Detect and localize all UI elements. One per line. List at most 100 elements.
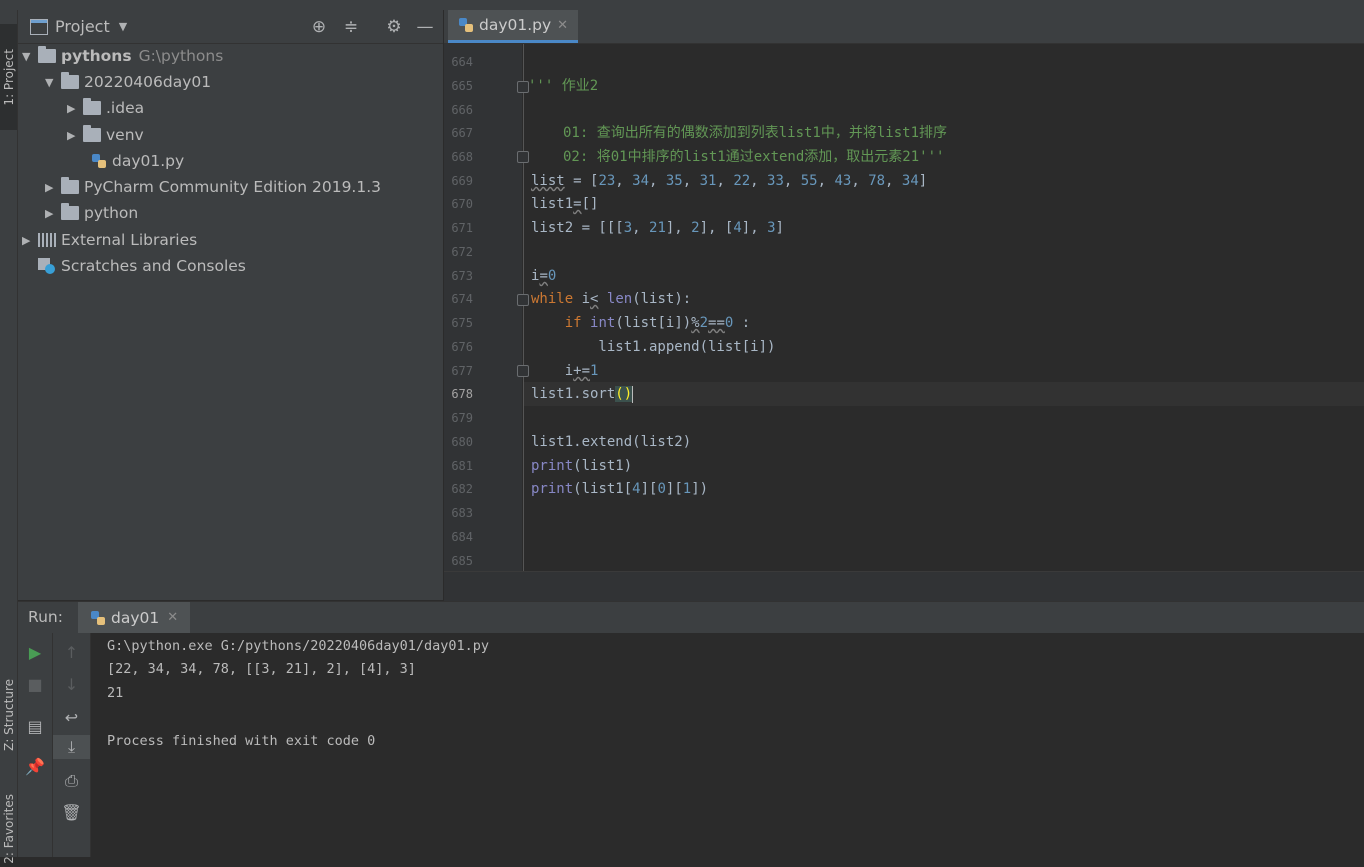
project-tool-tab[interactable]: 1: Project [0,24,17,130]
close-icon[interactable]: ✕ [167,610,178,625]
line-number: 680 [451,435,473,449]
tree-item-20220406day01[interactable]: ▼ 20220406day01 [45,69,211,95]
structure-tool-tab[interactable]: Z: Structure [0,660,17,770]
collapse-all-icon[interactable]: ≑ [341,17,361,37]
line-number: 664 [451,55,473,69]
line-number: 671 [451,221,473,235]
line-number: 675 [451,316,473,330]
folder-icon [83,98,101,115]
code-line-680: list1.extend(list2) [531,434,692,450]
console-output[interactable]: G:\python.exe G:/pythons/20220406day01/d… [91,633,1364,857]
code-editor[interactable]: 664 665 666 667 668 669 670 671 672 673 … [444,44,1364,571]
tree-item-idea[interactable]: ▶ .idea [67,95,144,121]
run-tab-day01[interactable]: day01 ✕ [78,602,191,633]
folder-icon [61,203,79,220]
console-line: Process finished with exit code 0 [107,733,376,749]
run-toolbar-secondary: ↑ ↓ ↩ ⤓ ⎙ 🗑 [53,633,91,857]
code-line-669: list = [23, 34, 35, 31, 22, 33, 55, 43, … [531,173,928,189]
line-number: 682 [451,482,473,496]
scratches-icon [38,258,56,274]
tree-item-external-libraries[interactable]: ▶ External Libraries [22,227,197,253]
left-tool-stripe: 1: Project Z: Structure 2: Favorites [0,10,18,863]
python-file-icon [458,17,474,33]
console-line: 21 [107,685,124,701]
code-line-678: list1.sort() [531,385,634,403]
project-panel-title: Project [55,17,110,36]
code-line-671: list2 = [[[3, 21], 2], [4], 3] [531,220,784,236]
chevron-right-icon: ▶ [45,206,54,220]
line-number: 685 [451,554,473,568]
fold-marker-icon[interactable] [517,151,529,163]
gear-icon[interactable]: ⚙ [384,17,404,37]
current-line-highlight [524,382,1364,406]
project-panel: Project ▼ ⊕ ≑ ⚙ — ▼ pythons G:\pythons ▼… [18,10,444,600]
chevron-down-icon: ▼ [22,49,31,63]
arrow-up-icon[interactable]: ↑ [53,640,90,664]
print-icon[interactable]: ⎙ [53,769,90,793]
line-number: 673 [451,269,473,283]
rerun-icon[interactable]: ▶ [18,640,52,664]
chevron-down-icon: ▼ [118,20,128,33]
gutter-separator [523,44,524,571]
fold-marker-icon[interactable] [517,294,529,306]
tree-item-label: External Libraries [61,231,198,249]
project-tool-tab-label: 1: Project [1,48,16,106]
fold-marker-icon[interactable] [517,365,529,377]
project-view-icon [30,18,48,35]
code-line-670: list1=[] [531,196,599,212]
chevron-right-icon: ▶ [22,233,31,247]
code-line-673: i=0 [531,268,557,284]
tree-item-label: PyCharm Community Edition 2019.1.3 [84,178,382,196]
run-panel-header: Run: day01 ✕ [18,601,1364,634]
code-line-675: if int(list[i])%2==0 : [564,315,751,331]
code-comment-line: 01: 查询出所有的偶数添加到列表list1中，并将list1排序 [563,125,948,141]
stop-icon[interactable]: ■ [18,672,52,696]
code-comment-line: ''' 作业2 [528,78,599,94]
tree-item-day01-py[interactable]: day01.py [91,148,184,174]
line-number: 681 [451,459,473,473]
project-view-selector[interactable]: Project ▼ [30,17,127,36]
trash-icon[interactable]: 🗑 [53,800,90,824]
run-panel-label: Run: [28,608,63,626]
run-toolbar-primary: ▶ ■ ▤ 📌 [18,633,53,857]
tree-item-scratches[interactable]: Scratches and Consoles [38,253,246,279]
tree-item-pycharm[interactable]: ▶ PyCharm Community Edition 2019.1.3 [45,174,381,200]
locate-icon[interactable]: ⊕ [309,17,329,37]
tree-item-label: 20220406day01 [84,73,212,91]
folder-icon [38,46,56,63]
editor-tab-label: day01.py [479,16,552,34]
pin-icon[interactable]: 📌 [18,754,52,778]
folder-icon [83,125,101,142]
scroll-to-end-icon[interactable]: ⤓ [53,735,90,759]
hide-icon[interactable]: — [415,17,435,37]
close-icon[interactable]: ✕ [557,18,568,33]
run-tab-label: day01 [111,608,160,627]
tree-item-pythons[interactable]: ▼ pythons G:\pythons [22,43,223,69]
chevron-down-icon: ▼ [45,75,54,89]
editor-tab-day01[interactable]: day01.py ✕ [448,10,579,43]
favorites-tool-tab[interactable]: 2: Favorites [0,790,17,867]
tree-item-python[interactable]: ▶ python [45,200,138,226]
horizontal-scrollbar[interactable] [444,571,1364,601]
favorites-tool-tab-label: 2: Favorites [1,793,16,864]
line-number: 670 [451,197,473,211]
line-number: 667 [451,126,473,140]
editor-tab-bar: day01.py ✕ [444,10,1364,44]
tree-item-venv[interactable]: ▶ venv [67,122,144,148]
code-line-681: print(list1) [531,458,633,474]
code-line-677: i+=1 [531,363,599,379]
structure-tool-tab-label: Z: Structure [1,679,16,751]
line-number: 684 [451,530,473,544]
libraries-icon [38,233,56,247]
line-number-current: 678 [451,387,473,401]
code-line-674: while i< len(list): [531,291,692,307]
code-comment-line: 02: 将01中排序的list1通过extend添加，取出元素21''' [563,149,945,165]
tree-item-path: G:\pythons [138,47,224,65]
restore-layout-icon[interactable]: ▤ [18,714,52,738]
python-file-icon [91,153,107,169]
tree-item-label: pythons [61,47,132,65]
arrow-down-icon[interactable]: ↓ [53,672,90,696]
soft-wrap-icon[interactable]: ↩ [53,705,90,729]
console-line: [22, 34, 34, 78, [[3, 21], 2], [4], 3] [107,661,416,677]
chevron-right-icon: ▶ [67,101,76,115]
